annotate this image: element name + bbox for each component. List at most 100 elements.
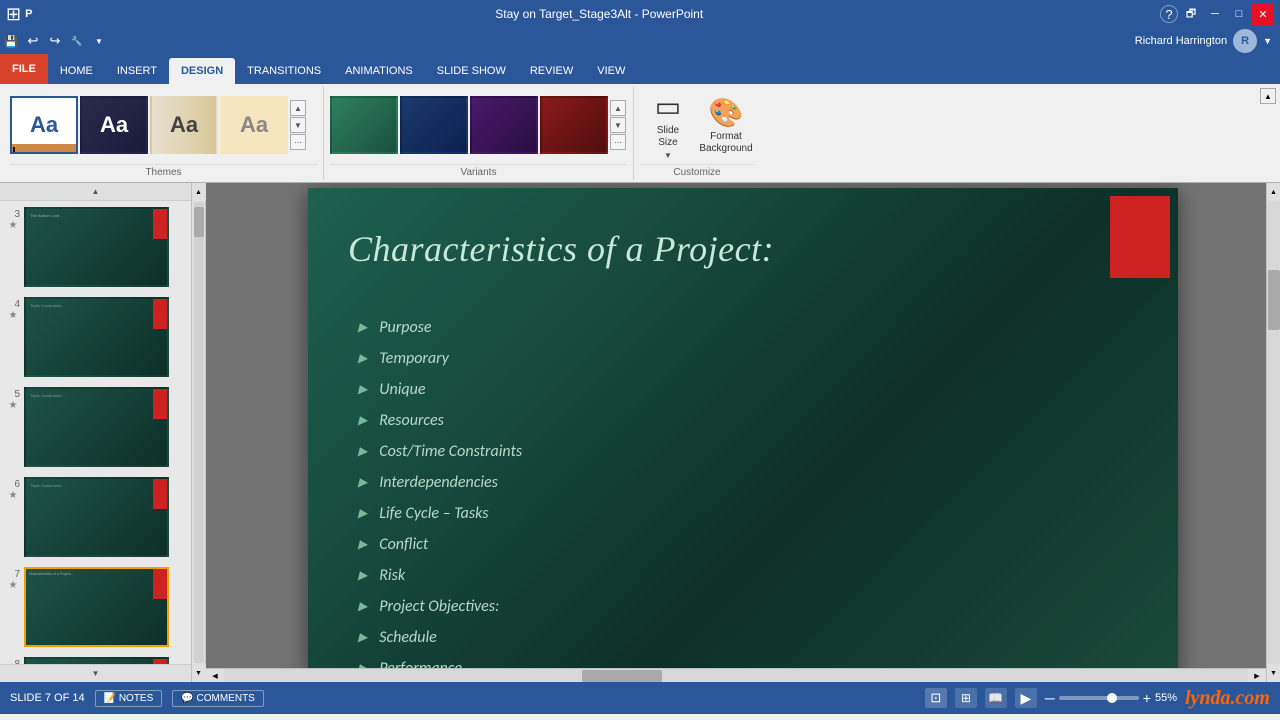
slide-size-dropdown-icon: ▼ xyxy=(664,151,672,160)
variant-scroll: ▲ ▼ ⋯ xyxy=(610,100,626,150)
help-button[interactable]: ? xyxy=(1160,5,1178,23)
view-slide-sorter-button[interactable]: ⊞ xyxy=(955,688,977,708)
slide-vscroll-down[interactable]: ▼ xyxy=(192,664,206,682)
variant-scroll-more[interactable]: ⋯ xyxy=(610,134,626,150)
theme-scroll-up[interactable]: ▲ xyxy=(290,100,306,116)
quick-access-dropdown[interactable]: ▼ xyxy=(88,30,110,52)
tab-slideshow[interactable]: SLIDE SHOW xyxy=(425,58,518,84)
zoom-slider[interactable] xyxy=(1059,696,1139,700)
bullet-text-purpose: Purpose xyxy=(379,318,431,337)
canvas-vscroll-down[interactable]: ▼ xyxy=(1267,664,1280,682)
slide-item-5[interactable]: 5 ★ Triple Constraints... xyxy=(4,385,187,469)
variants-section: ▲ ▼ ⋯ Variants xyxy=(324,86,634,180)
theme-3-label: Aa xyxy=(170,112,198,138)
theme-1[interactable]: Aa | xyxy=(10,96,78,154)
slide-item-3[interactable]: 3 ★ The Bottom Line... xyxy=(4,205,187,289)
zoom-out-button[interactable]: ─ xyxy=(1045,690,1055,706)
bullet-text-cost-time: Cost/Time Constraints xyxy=(379,442,522,461)
slide-panel-scroll-down[interactable]: ▼ xyxy=(0,664,191,682)
tab-animations[interactable]: ANIMATIONS xyxy=(333,58,425,84)
bullet-text-interdependencies: Interdependencies xyxy=(379,473,498,492)
slide-vscroll-up[interactable]: ▲ xyxy=(192,183,206,201)
theme-list: Aa | Aa Aa Aa xyxy=(10,96,288,154)
theme-scroll-more[interactable]: ⋯ xyxy=(290,134,306,150)
tab-insert[interactable]: INSERT xyxy=(105,58,169,84)
username-label: Richard Harrington xyxy=(1135,35,1227,47)
tab-design[interactable]: DESIGN xyxy=(169,58,235,84)
canvas-vscroll-thumb xyxy=(1268,270,1280,330)
tab-file[interactable]: FILE xyxy=(0,54,48,84)
bullet-lifecycle: ▶ Life Cycle – Tasks xyxy=(358,504,522,523)
customize-section: ▭ SlideSize ▼ 🎨 Format Background Custom… xyxy=(634,86,760,180)
bullet-unique: ▶ Unique xyxy=(358,380,522,399)
view-normal-button[interactable]: ⊡ xyxy=(925,688,947,708)
slide-panel: ▲ 3 ★ The Bottom Line... 4 ★ xyxy=(0,183,192,682)
redo-button[interactable]: ↪ xyxy=(44,30,66,52)
ribbon-collapse-button[interactable]: ▲ xyxy=(1260,88,1276,104)
bullet-arrow-7: ▶ xyxy=(358,506,367,521)
variant-4[interactable] xyxy=(540,96,608,154)
zoom-in-button[interactable]: + xyxy=(1143,690,1151,706)
tab-transitions[interactable]: TRANSITIONS xyxy=(235,58,333,84)
slide-item-6[interactable]: 6 ★ Triple Constraints... xyxy=(4,475,187,559)
slide-title[interactable]: Characteristics of a Project: xyxy=(348,228,774,270)
canvas-vscroll-up[interactable]: ▲ xyxy=(1267,183,1280,201)
canvas-hscroll-left[interactable]: ◀ xyxy=(206,669,224,682)
variant-scroll-up[interactable]: ▲ xyxy=(610,100,626,116)
comments-icon: 💬 xyxy=(181,693,193,704)
notes-button[interactable]: 📝 NOTES xyxy=(95,690,163,707)
variant-scroll-down[interactable]: ▼ xyxy=(610,117,626,133)
view-reading-button[interactable]: 📖 xyxy=(985,688,1007,708)
format-background-button[interactable]: 🎨 Format Background xyxy=(698,89,754,161)
theme-scroll: ▲ ▼ ⋯ xyxy=(290,100,306,150)
window-title: Stay on Target_Stage3Alt - PowerPoint xyxy=(38,7,1160,21)
view-slideshow-button[interactable]: ▶ xyxy=(1015,688,1037,708)
theme-2-label: Aa xyxy=(100,112,128,138)
bullet-objectives: ▶ Project Objectives: xyxy=(358,597,522,616)
theme-2[interactable]: Aa xyxy=(80,96,148,154)
comments-button[interactable]: 💬 COMMENTS xyxy=(172,690,264,707)
bullet-arrow-10: ▶ xyxy=(358,599,367,614)
variant-1[interactable] xyxy=(330,96,398,154)
canvas-area: Characteristics of a Project: ▶ Purpose … xyxy=(206,183,1280,682)
themes-section: Aa | Aa Aa Aa xyxy=(4,86,324,180)
comments-label: COMMENTS xyxy=(197,693,255,704)
maximize-button[interactable]: □ xyxy=(1228,3,1250,25)
slide-canvas[interactable]: Characteristics of a Project: ▶ Purpose … xyxy=(308,188,1178,678)
restore-button[interactable]: 🗗 xyxy=(1180,3,1202,25)
tab-review[interactable]: REVIEW xyxy=(518,58,585,84)
tab-home[interactable]: HOME xyxy=(48,58,105,84)
title-bar: ⊞ P Stay on Target_Stage3Alt - PowerPoin… xyxy=(0,0,1280,28)
tab-view[interactable]: VIEW xyxy=(585,58,637,84)
slide-item-7[interactable]: 7 ★ Characteristics of a Project... xyxy=(4,565,187,649)
slide-star-5: ★ xyxy=(9,400,18,411)
slide-bullets: ▶ Purpose ▶ Temporary ▶ Unique ▶ Resourc… xyxy=(358,318,522,683)
close-button[interactable]: ✕ xyxy=(1252,3,1274,25)
slide-size-button[interactable]: ▭ SlideSize ▼ xyxy=(640,89,696,161)
theme-scroll-down[interactable]: ▼ xyxy=(290,117,306,133)
slide-number-7: 7 xyxy=(6,569,20,580)
user-dropdown[interactable]: ▼ xyxy=(1263,36,1272,46)
notes-icon: 📝 xyxy=(104,693,116,704)
ppt-icon: P xyxy=(25,8,32,20)
status-bar: SLIDE 7 OF 14 📝 NOTES 💬 COMMENTS ⊡ ⊞ 📖 ▶… xyxy=(0,682,1280,714)
slide-item-4[interactable]: 4 ★ Triple Constraints... xyxy=(4,295,187,379)
slide-item-8[interactable]: 8 ★ Project Control Cycle... xyxy=(4,655,187,664)
variant-2[interactable] xyxy=(400,96,468,154)
theme-3[interactable]: Aa xyxy=(150,96,218,154)
minimize-button[interactable]: ─ xyxy=(1204,3,1226,25)
slide-number-4: 4 xyxy=(6,299,20,310)
slide-panel-scroll-up[interactable]: ▲ xyxy=(0,183,191,201)
save-button[interactable]: 💾 xyxy=(0,30,22,52)
customize-quick-access-button[interactable]: 🔧 xyxy=(66,30,88,52)
bullet-arrow-4: ▶ xyxy=(358,413,367,428)
slide-vscroll-thumb xyxy=(194,207,204,237)
variant-3[interactable] xyxy=(470,96,538,154)
bullet-text-conflict: Conflict xyxy=(379,535,428,554)
zoom-level: 55% xyxy=(1155,692,1177,704)
undo-button[interactable]: ↩ xyxy=(22,30,44,52)
variant-list xyxy=(330,96,608,154)
theme-4[interactable]: Aa xyxy=(220,96,288,154)
slide-info: SLIDE 7 OF 14 xyxy=(10,692,85,704)
canvas-hscroll-right[interactable]: ▶ xyxy=(1248,669,1266,682)
